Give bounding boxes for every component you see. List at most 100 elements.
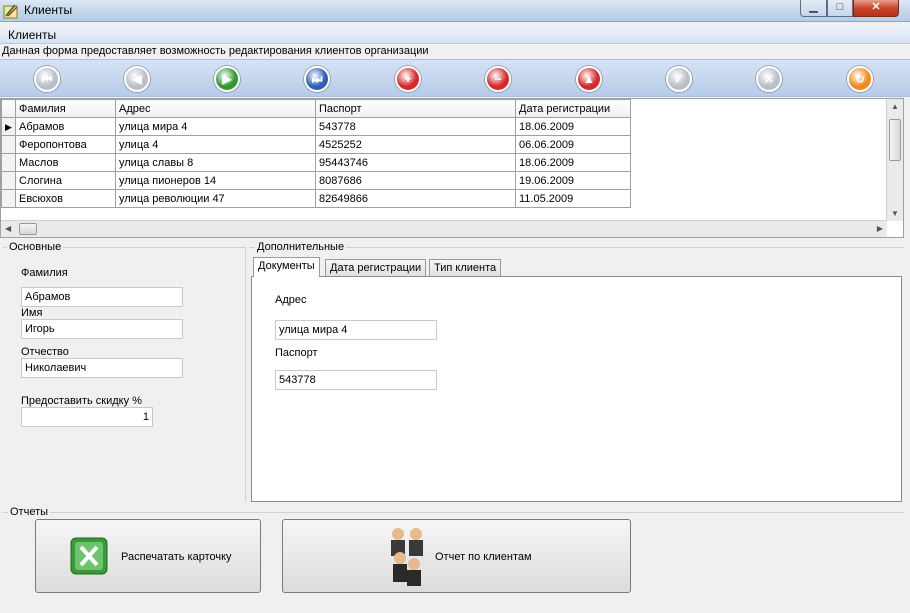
refresh-record-icon: ↻	[854, 72, 866, 86]
tab-client-type[interactable]: Тип клиента	[429, 259, 502, 277]
extra-info-group-title: Дополнительные	[255, 241, 347, 253]
horizontal-scrollbar[interactable]: ◀ ▶	[1, 220, 887, 237]
clients-grid[interactable]: Фамилия Адрес Паспорт Дата регистрации ▶…	[0, 98, 904, 238]
row-header-corner	[1, 99, 16, 118]
table-row[interactable]: Евсюхов улица революции 47 82649866 11.05.2…	[1, 189, 631, 208]
table-cell[interactable]: улица славы 8	[115, 153, 316, 172]
patronymic-label: Отчество	[21, 346, 69, 358]
table-cell[interactable]: улица мира 4	[115, 117, 316, 136]
table-row[interactable]: Слогина улица пионеров 14 8087686 19.06.200…	[1, 171, 631, 190]
form-description: Данная форма предоставляет возможность р…	[2, 45, 429, 57]
title-bar: Клиенты ▁ □ ✕	[0, 0, 910, 22]
column-header-passport[interactable]: Паспорт	[315, 99, 516, 118]
print-card-button[interactable]: Распечатать карточку	[35, 519, 261, 593]
table-row[interactable]: ▶ Абрамов улица мира 4 543778 18.06.2009	[1, 117, 631, 136]
cancel-record-button[interactable]: ✕	[756, 66, 782, 92]
first-record-icon: ⏮	[41, 72, 53, 86]
record-navigator: ⏮ ◀ ▶ ⏭ + − ▲ ✓ ✕ ↻	[0, 59, 910, 97]
excel-icon	[70, 537, 108, 575]
minimize-button[interactable]: ▁	[800, 0, 827, 17]
address-field[interactable]: улица мира 4	[275, 320, 437, 340]
close-button[interactable]: ✕	[853, 0, 899, 17]
app-icon	[3, 4, 18, 19]
horizontal-scroll-thumb[interactable]	[19, 223, 37, 235]
table-cell[interactable]: 18.06.2009	[515, 117, 631, 136]
documents-tab-panel: Адрес улица мира 4 Паспорт 543778	[251, 276, 902, 502]
table-cell[interactable]: улица пионеров 14	[115, 171, 316, 190]
surname-label: Фамилия	[21, 267, 68, 279]
minimize-icon: ▁	[809, 1, 818, 13]
passport-field[interactable]: 543778	[275, 370, 437, 390]
tab-documents[interactable]: Документы	[253, 257, 320, 277]
reports-group-title: Отчеты	[8, 506, 51, 518]
main-info-group-title: Основные	[7, 241, 64, 253]
table-cell[interactable]: Маслов	[15, 153, 116, 172]
table-row[interactable]: Феропонтова улица 4 4525252 06.06.2009	[1, 135, 631, 154]
table-header-row: Фамилия Адрес Паспорт Дата регистрации	[1, 99, 631, 118]
discount-field[interactable]: 1	[21, 407, 153, 427]
row-selector[interactable]	[1, 153, 16, 172]
delete-record-button[interactable]: −	[485, 66, 511, 92]
scroll-right-icon[interactable]: ▶	[877, 224, 883, 233]
vertical-scroll-thumb[interactable]	[889, 119, 901, 161]
table-cell[interactable]: 18.06.2009	[515, 153, 631, 172]
delete-record-icon: −	[494, 72, 502, 86]
prev-record-button[interactable]: ◀	[124, 66, 150, 92]
first-record-button[interactable]: ⏮	[34, 66, 60, 92]
table-cell[interactable]: 95443746	[315, 153, 516, 172]
extra-info-group	[250, 247, 904, 248]
table-cell[interactable]: улица революции 47	[115, 189, 316, 208]
reports-group	[3, 512, 904, 513]
edit-record-button[interactable]: ▲	[576, 66, 602, 92]
table-cell[interactable]: 82649866	[315, 189, 516, 208]
clients-report-label: Отчет по клиентам	[435, 551, 532, 563]
menu-clients[interactable]: Клиенты	[8, 28, 56, 42]
row-selector[interactable]	[1, 171, 16, 190]
table-cell[interactable]: 19.06.2009	[515, 171, 631, 190]
refresh-record-button[interactable]: ↻	[847, 66, 873, 92]
add-record-icon: +	[404, 72, 412, 86]
prev-record-icon: ◀	[132, 72, 142, 86]
name-field[interactable]: Игорь	[21, 319, 183, 339]
table-cell[interactable]: Слогина	[15, 171, 116, 190]
last-record-button[interactable]: ⏭	[304, 66, 330, 92]
clients-report-button[interactable]: Отчет по клиентам	[282, 519, 631, 593]
maximize-button[interactable]: □	[827, 0, 853, 17]
column-header-surname[interactable]: Фамилия	[15, 99, 116, 118]
menu-bar: Клиенты	[0, 26, 910, 44]
window-bottom-edge	[0, 603, 910, 613]
address-label: Адрес	[275, 294, 307, 306]
scroll-up-icon[interactable]: ▲	[891, 102, 899, 111]
row-selector[interactable]	[1, 189, 16, 208]
surname-field[interactable]: Абрамов	[21, 287, 183, 307]
table-row[interactable]: Маслов улица славы 8 95443746 18.06.2009	[1, 153, 631, 172]
close-icon: ✕	[871, 1, 881, 13]
clients-table: Фамилия Адрес Паспорт Дата регистрации ▶…	[1, 99, 631, 208]
tab-registration-date[interactable]: Дата регистрации	[325, 259, 427, 277]
maximize-icon: □	[836, 1, 844, 13]
table-cell[interactable]: 543778	[315, 117, 516, 136]
column-header-address[interactable]: Адрес	[115, 99, 316, 118]
table-cell[interactable]: Евсюхов	[15, 189, 116, 208]
window-title: Клиенты	[24, 3, 73, 17]
vertical-scrollbar[interactable]: ▲ ▼	[886, 99, 903, 221]
scroll-left-icon[interactable]: ◀	[5, 224, 11, 233]
post-record-button[interactable]: ✓	[666, 66, 692, 92]
column-header-reg-date[interactable]: Дата регистрации	[515, 99, 631, 118]
row-selector[interactable]	[1, 135, 16, 154]
table-cell[interactable]: 8087686	[315, 171, 516, 190]
table-cell[interactable]: 11.05.2009	[515, 189, 631, 208]
current-row-icon: ▶	[5, 121, 12, 132]
table-cell[interactable]: улица 4	[115, 135, 316, 154]
table-cell[interactable]: Феропонтова	[15, 135, 116, 154]
table-cell[interactable]: 4525252	[315, 135, 516, 154]
scroll-down-icon[interactable]: ▼	[891, 209, 899, 218]
table-cell[interactable]: Абрамов	[15, 117, 116, 136]
next-record-button[interactable]: ▶	[214, 66, 240, 92]
people-icon	[391, 528, 423, 586]
add-record-button[interactable]: +	[395, 66, 421, 92]
row-selector[interactable]: ▶	[1, 117, 16, 136]
patronymic-field[interactable]: Николаевич	[21, 358, 183, 378]
table-cell[interactable]: 06.06.2009	[515, 135, 631, 154]
discount-label: Предоставить скидку %	[21, 395, 142, 407]
